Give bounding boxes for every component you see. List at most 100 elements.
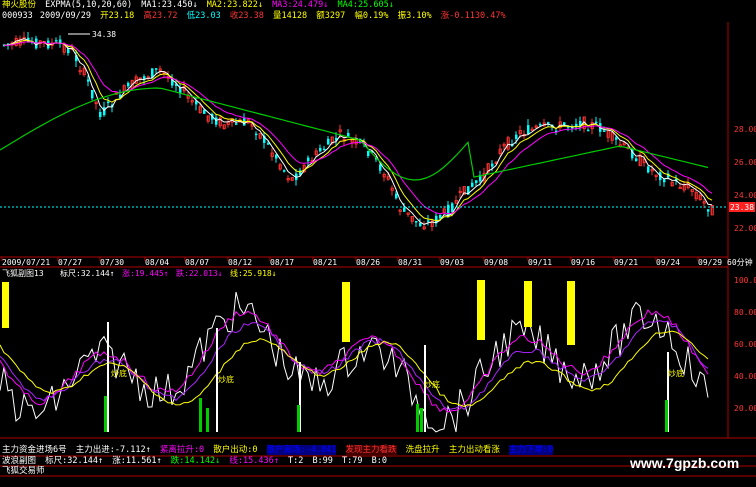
x-label: 09/08 [484, 258, 508, 267]
x-label: 07/30 [100, 258, 124, 267]
bottom-signal-bar [416, 404, 419, 432]
candle-body [327, 138, 330, 145]
ind-y-tick-100: 100.00 [734, 276, 756, 285]
candle-body [615, 137, 618, 140]
x-label: 08/17 [270, 258, 294, 267]
candle-body [319, 147, 322, 152]
candle-body [323, 148, 326, 151]
candle-body [367, 151, 370, 157]
candle-body [491, 163, 494, 167]
y-tick-26: 26.00 [734, 158, 756, 167]
candle-body [547, 122, 550, 124]
candle-body [451, 203, 454, 212]
sell-signal-bar [567, 281, 575, 345]
candle-body [155, 68, 158, 70]
b1-v1: 主力出进:-7.112↑ [75, 445, 151, 455]
b3-title[interactable]: 飞狐交易师 [2, 466, 45, 476]
candle-body [107, 101, 110, 104]
watermark: www.7gpzb.com [630, 455, 740, 471]
bottom-row-3: 飞狐交易师 [2, 466, 49, 477]
period-label[interactable]: 60分钟 [727, 257, 753, 267]
candle-body [203, 109, 206, 114]
candle-body [403, 207, 406, 212]
bottom-signal-bar [199, 398, 202, 432]
candle-body [347, 132, 350, 137]
candle-body [539, 123, 542, 126]
y-tick-28: 28.00 [734, 125, 756, 134]
candle-body [283, 170, 286, 172]
indicator-v1: 标尺:32.144↑ [60, 268, 115, 278]
x-label: 07/27 [58, 258, 82, 267]
indicator-title[interactable]: 飞狐副图13 [2, 268, 44, 278]
candle-body [427, 220, 430, 222]
ind-y-tick-80: 80.00 [734, 308, 756, 317]
main-y-axis: 28.00 26.00 24.00 22.00 [734, 125, 756, 233]
candle-body [91, 90, 94, 99]
x-label: 2009/07/21 [2, 258, 50, 267]
candle-body [575, 123, 578, 127]
indicator-title-row: 飞狐副图13 标尺:32.144↑ 涨:19.445↑ 跌:22.013↓ 线:… [2, 268, 277, 278]
b2-v5: T:2 [287, 456, 304, 466]
ma2-line [3, 39, 713, 222]
indicator-v3: 跌:22.013↓ [176, 268, 223, 278]
candle-body [255, 133, 258, 136]
candle-body [475, 180, 478, 184]
b1-v5: 发现主力看跌 [345, 445, 397, 455]
indicator-panel [0, 280, 709, 433]
sell-signal-bar [342, 282, 350, 342]
candle-body [275, 154, 278, 159]
candle-body [179, 87, 182, 93]
candle-body [439, 214, 442, 219]
candle-body [127, 82, 130, 87]
bottom-signal-bar [665, 400, 668, 432]
candle-body [415, 220, 418, 223]
b1-v3: 散户出动:0 [213, 445, 258, 455]
annotation-bottom-1: 炒底 [111, 368, 127, 378]
candle-body [267, 143, 270, 145]
bottom-signal-bar [206, 408, 209, 432]
b2-v4: 线:15.436↑ [229, 456, 279, 466]
x-label: 09/24 [656, 258, 680, 267]
y-tick-22: 22.00 [734, 224, 756, 233]
bottom-signal-bar [297, 405, 300, 432]
candle-body [595, 121, 598, 124]
candle-body [647, 166, 650, 173]
x-label: 09/11 [528, 258, 552, 267]
x-label: 08/26 [356, 258, 380, 267]
bottom-signal-bar [104, 396, 107, 432]
candle-body [103, 107, 106, 116]
stock-chart-canvas[interactable]: 23.38 34.38 28.00 26.00 24.00 22.00 2009… [0, 0, 756, 487]
x-label: 08/31 [398, 258, 422, 267]
ind-y-tick-60: 60.00 [734, 340, 756, 349]
b2-v3: 跌:14.142↓ [170, 456, 221, 466]
b1-v7: 主力出动看涨 [448, 445, 500, 455]
x-label: 09/29 [698, 258, 722, 267]
x-label: 08/21 [313, 258, 337, 267]
b2-title[interactable]: 波浪副图 [2, 456, 36, 466]
indicator-y-axis: 100.00 80.00 60.00 40.00 20.00 [734, 276, 756, 413]
b1-title[interactable]: 主力资金进场6号 [2, 445, 67, 455]
annotation-bottom-3: 炒底 [424, 379, 440, 389]
candle-body [419, 223, 422, 227]
candle-body [395, 193, 398, 199]
candle-body [379, 164, 382, 171]
sell-signal-bar [2, 282, 9, 328]
indicator-v2: 涨:19.445↑ [122, 268, 169, 278]
candle-body [215, 117, 218, 125]
x-label: 09/16 [571, 258, 595, 267]
bottom-row-2: 波浪副图 标尺:32.144↑ 涨:11.561↑ 跌:14.142↓ 线:15… [2, 456, 391, 467]
max-marker-label: 34.38 [92, 30, 116, 39]
x-label: 09/03 [440, 258, 464, 267]
b2-v7: T:79 [342, 456, 363, 466]
b2-v1: 标尺:32.144↑ [45, 456, 104, 466]
sell-signal-bar [477, 280, 485, 340]
last-price-tag: 23.38 [730, 203, 754, 212]
annotation-bottom-2: 炒底 [218, 374, 234, 384]
candle-body [307, 157, 310, 162]
candle-body [707, 209, 710, 212]
bottom-row-1: 主力资金进场6号 主力出进:-7.112↑ 紧离拉升:0 散户出动:0 散户离场… [2, 445, 557, 456]
x-label: 08/07 [185, 258, 209, 267]
candle-body [471, 182, 474, 187]
ind-y-tick-40: 40.00 [734, 372, 756, 381]
ind-y-tick-20: 20.00 [734, 404, 756, 413]
